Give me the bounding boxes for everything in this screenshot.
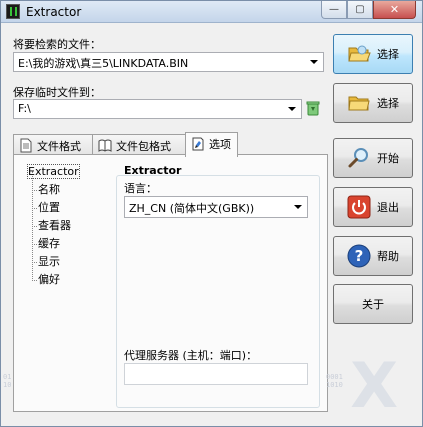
watermark-x-logo: X: [350, 349, 398, 422]
tree-item-location[interactable]: 位置: [28, 199, 79, 217]
select-folder-button[interactable]: 选择: [333, 83, 413, 123]
close-button[interactable]: ✕: [373, 1, 416, 19]
tab-label: 文件格式: [37, 140, 81, 153]
temp-save-value: F:\: [18, 102, 31, 115]
temp-save-label: 保存临时文件到：: [13, 86, 101, 99]
svg-text:?: ?: [355, 247, 364, 265]
exit-button[interactable]: 退出: [333, 187, 413, 227]
tree-item-display[interactable]: 显示: [28, 253, 79, 271]
exit-button-label: 退出: [377, 201, 399, 214]
language-value: ZH_CN (简体中文(GBK)): [129, 202, 255, 215]
select-file-button[interactable]: 选择: [333, 34, 413, 74]
tab-file-format[interactable]: 文件格式: [13, 134, 93, 155]
tab-package-format[interactable]: 文件包格式: [92, 134, 186, 155]
tree-item-viewer[interactable]: 查看器: [28, 217, 79, 235]
about-button[interactable]: 关于: [333, 284, 413, 324]
start-button[interactable]: 开始: [333, 138, 413, 178]
book-icon: [98, 139, 112, 152]
tree-item-root[interactable]: Extractor: [27, 163, 80, 181]
options-icon: [192, 137, 204, 151]
file-to-search-value: E:\我的游戏\真三5\LINKDATA.BIN: [18, 57, 189, 70]
document-icon: [20, 138, 32, 153]
help-button[interactable]: ? 帮助: [333, 236, 413, 276]
tree-item-cache[interactable]: 缓存: [28, 235, 79, 253]
app-icon: [6, 4, 20, 19]
title-bar[interactable]: Extractor — ▢ ✕: [1, 1, 422, 23]
proxy-input[interactable]: [124, 363, 308, 385]
about-button-label: 关于: [362, 298, 384, 311]
select-file-button-label: 选择: [377, 48, 399, 61]
file-to-search-combo[interactable]: E:\我的游戏\真三5\LINKDATA.BIN: [13, 52, 324, 72]
chevron-down-icon: [310, 60, 318, 64]
options-group-title: Extractor: [124, 164, 182, 177]
window-title: Extractor: [26, 5, 82, 19]
recycle-icon[interactable]: [306, 100, 320, 116]
proxy-label: 代理服务器 (主机：端口)：: [124, 349, 258, 362]
open-folder-icon: [348, 45, 371, 62]
folder-icon: [348, 96, 370, 111]
tab-label: 选项: [209, 138, 231, 151]
options-panel: Extractor 名称 位置 查看器 缓存 显示 偏好 Extractor 语…: [13, 154, 328, 412]
tab-label: 文件包格式: [116, 140, 171, 153]
extractor-window: Extractor — ▢ ✕ 将要检索的文件： E:\我的游戏\真三5\LIN…: [0, 0, 423, 427]
minimize-button[interactable]: —: [321, 1, 347, 19]
file-to-search-label: 将要检索的文件：: [13, 38, 101, 51]
options-tree: Extractor 名称 位置 查看器 缓存 显示 偏好: [27, 163, 80, 289]
power-icon: [347, 195, 371, 219]
help-icon: ?: [347, 244, 371, 268]
chevron-down-icon: [288, 107, 296, 111]
maximize-button[interactable]: ▢: [347, 1, 373, 19]
select-folder-button-label: 选择: [377, 97, 399, 110]
temp-save-combo[interactable]: F:\: [13, 99, 302, 119]
caption-buttons: — ▢ ✕: [321, 1, 416, 19]
help-button-label: 帮助: [377, 250, 399, 263]
start-button-label: 开始: [377, 152, 399, 165]
tree-item-name[interactable]: 名称: [28, 181, 79, 199]
language-label: 语言：: [124, 182, 157, 195]
watermark-binary-right: 0001 1010: [326, 373, 343, 389]
tree-item-preferences[interactable]: 偏好: [28, 271, 79, 289]
watermark-binary-left: 01 10: [3, 373, 12, 389]
tab-options[interactable]: 选项: [185, 132, 238, 157]
magnifier-icon: [348, 148, 368, 168]
language-select[interactable]: ZH_CN (简体中文(GBK)): [124, 196, 308, 218]
chevron-down-icon: [294, 205, 302, 209]
